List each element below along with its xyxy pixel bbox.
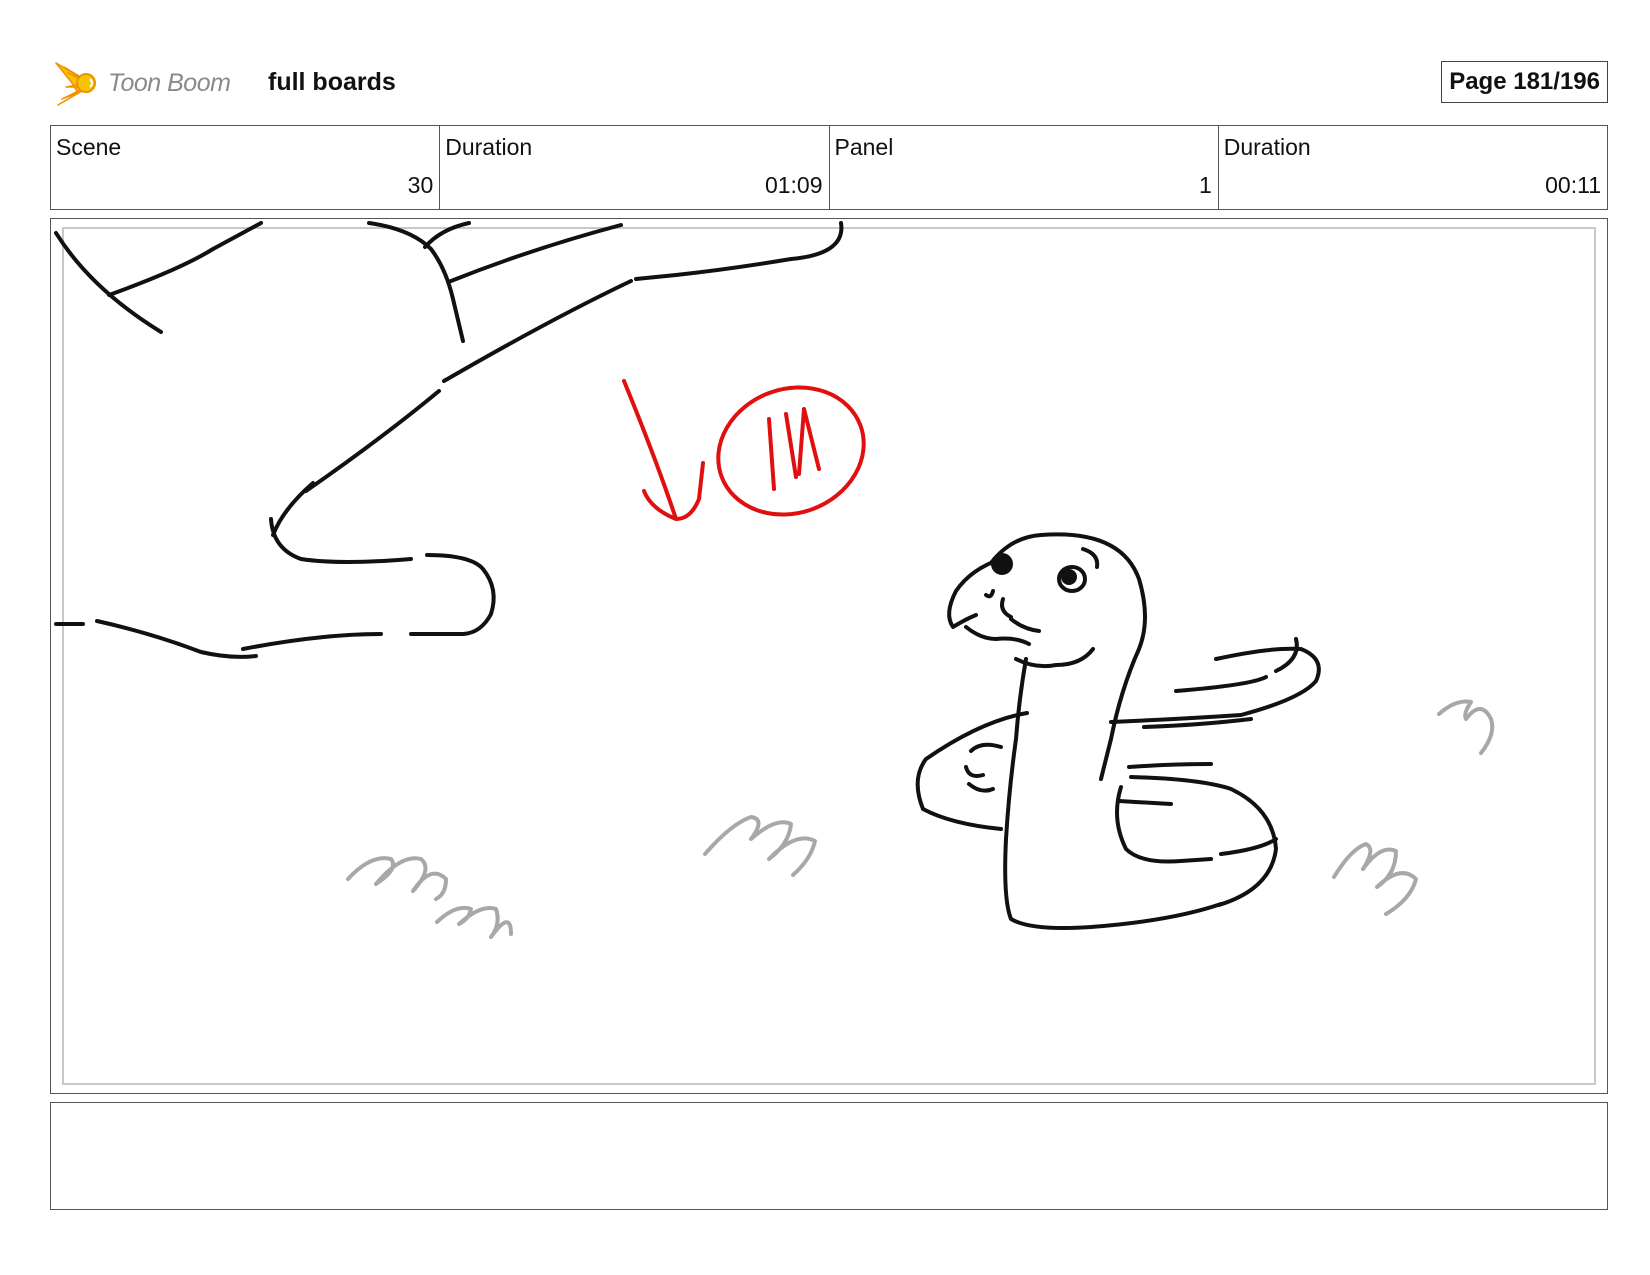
panel-duration-label: Duration xyxy=(1223,134,1311,160)
panel-notes xyxy=(50,1102,1608,1210)
scene-duration-value: 01:09 xyxy=(764,172,823,198)
hand-sketch xyxy=(54,221,844,659)
letter-i-stroke xyxy=(767,417,776,491)
page-counter: Page 181/196 xyxy=(1441,61,1608,103)
panel-drawing: IN xyxy=(54,221,1495,939)
scene-label: Scene xyxy=(56,134,122,160)
storyboard-panel: IN xyxy=(50,218,1608,1094)
starburst-icon xyxy=(55,62,96,106)
arrow-down-icon xyxy=(622,379,705,521)
scene-value: 30 xyxy=(407,172,434,198)
snake-nostril xyxy=(991,553,1013,575)
scene-duration-cell: Duration 01:09 xyxy=(440,126,830,209)
panel-cell: Panel 1 xyxy=(830,126,1219,209)
panel-duration-value: 00:11 xyxy=(1545,172,1601,198)
snake-sketch xyxy=(915,532,1321,930)
grass-tufts xyxy=(346,699,1495,939)
scene-info-table: Scene 30 Duration 01:09 Panel 1 Duration… xyxy=(50,125,1608,210)
panel-label: Panel xyxy=(834,134,894,160)
logo-text: Toon Boom xyxy=(108,69,231,97)
scene-cell: Scene 30 xyxy=(51,126,441,209)
toon-boom-logo: Toon Boom xyxy=(50,57,250,109)
project-title: full boards xyxy=(268,68,396,96)
letter-n-stroke xyxy=(784,407,821,479)
panel-duration-cell: Duration 00:11 xyxy=(1219,126,1607,209)
storyboard-header: Toon Boom full boards Page 181/196 xyxy=(50,55,1608,110)
panel-value: 1 xyxy=(1198,172,1212,198)
scene-duration-label: Duration xyxy=(445,134,533,160)
